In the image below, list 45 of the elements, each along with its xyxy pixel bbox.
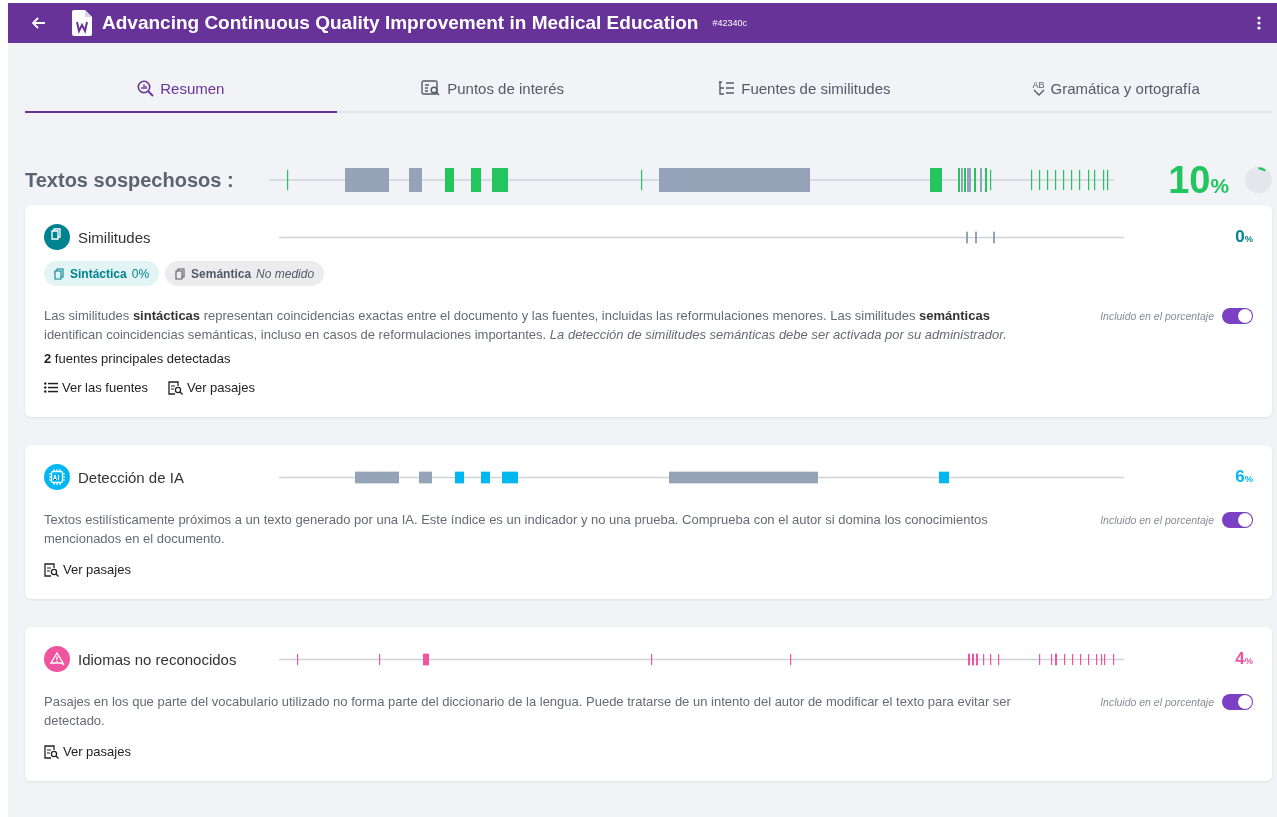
filter-chip[interactable]: Sintáctica 0% — [44, 261, 160, 286]
section-description: Pasajes en los que parte del vocabulario utilizado no forma parte del diccionario de la lengua. Puede tratarse de un intento del autor de modificar el texto para evitar ser detectado. — [44, 693, 1012, 730]
document-search-icon — [421, 80, 442, 96]
word-document-icon — [72, 10, 92, 36]
progress-ring-icon — [1245, 166, 1272, 194]
copy-icon — [175, 267, 187, 280]
section-percentage: 6% — [1234, 467, 1253, 487]
tree-list-icon — [718, 80, 736, 96]
tab[interactable]: Fuentes de similitudes — [648, 65, 961, 113]
tab[interactable]: AB Gramática y ortografía — [960, 65, 1272, 113]
view-link[interactable]: Ver pasajes — [44, 562, 131, 577]
sources-count: 2 fuentes principales detectadas — [44, 351, 232, 366]
section-percentage: 0% — [1234, 227, 1253, 247]
toggle-switch[interactable] — [1222, 694, 1253, 710]
summary-percentage: 10% — [1167, 161, 1230, 199]
back-arrow-icon — [32, 17, 46, 29]
toggle-label: Incluido en el porcentaje — [1100, 513, 1214, 526]
view-link[interactable]: Ver las fuentes — [44, 380, 148, 395]
section-description: Las similitudes sintácticas representan coincidencias exactas entre el documento y las fuentes, incluidas las reformulaciones menores. Las similitudes semánticas identifican coincidencias semánticas, incluso en casos de reformulaciones importantes. La detección de similitudes semánticas debe ser activada por su administrador. — [44, 307, 1008, 344]
section-description: Textos estilísticamente próximos a un texto generado por una IA. Este índice es un indicador y no una prueba. Comprueba con el autor si domina los conocimientos mencionados en el documento. — [44, 511, 989, 548]
check-mark-icon — [1032, 88, 1045, 96]
section-title: Similitudes — [78, 228, 152, 246]
section-percentage: 4% — [1234, 649, 1253, 669]
more-menu-icon — [1257, 16, 1261, 30]
document-search-icon — [168, 380, 183, 395]
tab[interactable]: Resumen — [25, 65, 337, 113]
toggle-label: Incluido en el porcentaje — [1100, 309, 1214, 322]
section-title: Idiomas no reconocidos — [78, 650, 238, 668]
tab[interactable]: Puntos de interés — [336, 65, 649, 113]
spell-check-icon: AB — [1032, 80, 1045, 96]
document-search-icon — [44, 744, 59, 759]
document-search-icon — [44, 562, 59, 577]
document-id: #42340c — [712, 18, 747, 28]
copy-icon — [54, 267, 65, 280]
view-link[interactable]: Ver pasajes — [44, 744, 131, 759]
view-link[interactable]: Ver pasajes — [168, 380, 255, 395]
document-title: Advancing Continuous Quality Improvement in Medical Education — [102, 12, 699, 34]
toggle-switch[interactable] — [1222, 308, 1253, 324]
summary-label: Textos sospechosos : — [25, 168, 235, 192]
toggle-switch[interactable] — [1222, 512, 1253, 528]
section-title: Detección de IA — [78, 468, 185, 486]
report-search-icon — [137, 79, 155, 97]
list-icon — [44, 382, 58, 393]
toggle-label: Incluido en el porcentaje — [1100, 695, 1214, 708]
filter-chip[interactable]: Semántica No medido — [165, 261, 325, 286]
